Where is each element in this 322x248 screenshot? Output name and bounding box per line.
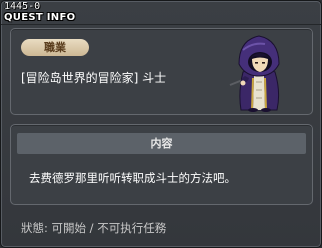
window-title: QUEST INFO xyxy=(4,12,76,23)
quest-summary-panel: 職業 [冒险岛世界的冒险家] 斗士 xyxy=(10,28,313,115)
quest-id-label: 1445-0 xyxy=(4,1,41,12)
quest-description: 去费德罗那里听听转职成斗士的方法吧。 xyxy=(29,171,236,185)
quest-content-panel: 内容 去费德罗那里听听转职成斗士的方法吧。 xyxy=(10,124,313,205)
content-header: 内容 xyxy=(17,133,306,154)
hooded-mage-character-icon xyxy=(229,35,280,112)
quest-title: [冒险岛世界的冒险家] 斗士 xyxy=(21,71,167,85)
job-category-tag: 職業 xyxy=(21,39,89,56)
title-divider xyxy=(1,24,321,25)
quest-info-window: 1445-0 QUEST INFO 職業 [冒险岛世界的冒险家] 斗士 内容 去… xyxy=(0,0,322,248)
quest-status-line: 狀態: 可開始 / 不可执行任務 xyxy=(21,221,167,235)
